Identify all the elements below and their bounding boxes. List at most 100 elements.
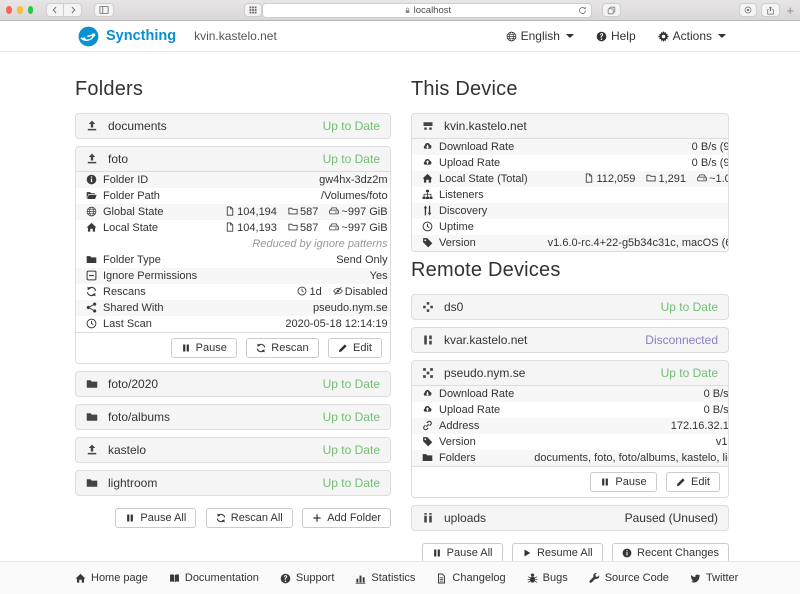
table-row: Download Rate 0 B/s (640 B) — [412, 386, 729, 402]
folder-row-foto-2020[interactable]: foto/2020 Up to Date — [75, 371, 391, 397]
tag-icon — [422, 237, 433, 248]
pause-all-button[interactable]: Pause All — [115, 508, 196, 528]
edit-button[interactable]: Edit — [666, 472, 720, 492]
rescan-interval: 1d — [309, 286, 321, 298]
browser-back-button[interactable] — [46, 3, 64, 17]
folder-outline-icon — [288, 206, 298, 216]
folder-name: documents — [108, 119, 167, 133]
button-label: Pause — [615, 476, 646, 488]
folder-row-kastelo[interactable]: kastelo Up to Date — [75, 437, 391, 463]
book-icon — [169, 573, 180, 584]
table-row: Folder Type Send Only — [76, 252, 391, 268]
link-label: Bugs — [543, 572, 568, 584]
share-button[interactable] — [761, 3, 780, 17]
footer-link-twitter[interactable]: Twitter — [690, 572, 738, 584]
row-label: Uptime — [439, 221, 474, 233]
folder-name: kastelo — [108, 443, 146, 457]
question-icon — [596, 31, 607, 42]
button-label: Rescan — [271, 342, 308, 354]
footer-link-source-code[interactable]: Source Code — [589, 572, 669, 584]
folder-row-foto[interactable]: foto Up to Date — [76, 147, 390, 172]
status-badge: Up to Date — [323, 152, 380, 166]
device-row-kvar[interactable]: kvar.kastelo.net Disconnected — [411, 327, 729, 353]
help-menu[interactable]: Help — [596, 29, 636, 43]
tab-overview-button[interactable] — [244, 3, 262, 17]
table-row: Rescans 1d Disabled — [76, 284, 391, 300]
recent-changes-button[interactable]: Recent Changes — [612, 543, 729, 563]
footer-link-support[interactable]: Support — [280, 572, 335, 584]
language-menu[interactable]: English — [506, 29, 574, 43]
zoom-window-button[interactable] — [28, 6, 34, 14]
syncthing-logo-icon — [78, 26, 99, 47]
pause-button[interactable]: Pause — [590, 472, 656, 492]
device-panel-footer: Pause Edit — [412, 466, 728, 497]
address-bar[interactable]: localhost — [262, 3, 592, 18]
refresh-icon — [86, 286, 97, 297]
pause-button[interactable]: Pause — [171, 338, 237, 358]
table-row: Shared With pseudo.nym.se — [76, 300, 391, 316]
footer-link-home[interactable]: Home page — [75, 572, 148, 584]
folder-row-documents[interactable]: documents Up to Date — [75, 113, 391, 139]
devices-column: This Device kvin.kastelo.net Download Ra… — [411, 78, 729, 583]
syncthing-app: localhost + Syncthing kvin.kastelo.net E… — [0, 0, 800, 594]
link-label: Support — [296, 572, 335, 584]
device-name: ds0 — [444, 300, 463, 314]
edit-button[interactable]: Edit — [328, 338, 382, 358]
button-label: Pause All — [140, 512, 186, 524]
table-row: Uptime <1m — [412, 219, 729, 235]
folder-row-foto-albums[interactable]: foto/albums Up to Date — [75, 404, 391, 430]
brand-name: Syncthing — [106, 28, 176, 44]
file-icon — [225, 206, 235, 216]
row-value: 172.16.32.11:22000 — [671, 420, 729, 432]
globe-icon — [86, 206, 97, 217]
device-row-pseudo[interactable]: pseudo.nym.se Up to Date — [412, 361, 728, 386]
actions-menu[interactable]: Actions — [658, 29, 726, 43]
folders-actions: Pause All Rescan All Add Folder — [75, 508, 391, 528]
pencil-icon — [676, 477, 686, 487]
minimize-window-button[interactable] — [17, 6, 23, 14]
row-label: Folder ID — [103, 174, 148, 186]
rescan-all-button[interactable]: Rescan All — [206, 508, 293, 528]
device-identicon-icon — [422, 120, 434, 132]
this-device-title: This Device — [411, 78, 729, 101]
row-value: 2020-05-18 12:14:19 — [285, 318, 387, 330]
link-icon — [422, 420, 433, 431]
footer-link-bugs[interactable]: Bugs — [527, 572, 568, 584]
browser-forward-button[interactable] — [64, 3, 82, 17]
row-label: Local State (Total) — [439, 173, 528, 185]
footer-link-documentation[interactable]: Documentation — [169, 572, 259, 584]
device-row-kvin[interactable]: kvin.kastelo.net — [412, 114, 728, 139]
file-text-icon — [436, 573, 447, 584]
upload-icon — [86, 444, 98, 456]
button-label: Resume All — [537, 547, 593, 559]
row-value: v1.6.0-rc.4 — [716, 436, 729, 448]
row-label: Download Rate — [439, 141, 514, 153]
device-row-ds0[interactable]: ds0 Up to Date — [411, 294, 729, 320]
folder-row-lightroom[interactable]: lightroom Up to Date — [75, 470, 391, 496]
new-tab-button[interactable]: + — [786, 4, 794, 17]
globe-icon — [506, 31, 517, 42]
row-label: Version — [439, 237, 476, 249]
table-row: Ignore Permissions Yes — [76, 268, 391, 284]
add-folder-button[interactable]: Add Folder — [302, 508, 391, 528]
privacy-report-button[interactable] — [739, 3, 757, 17]
button-label: Add Folder — [327, 512, 381, 524]
reload-icon[interactable] — [578, 6, 587, 15]
row-label: Rescans — [103, 286, 146, 298]
info-icon — [622, 548, 632, 558]
sidebar-toggle-button[interactable] — [94, 3, 114, 17]
this-device-panel: kvin.kastelo.net Download Rate 0 B/s (92… — [411, 113, 729, 252]
pause-icon — [125, 513, 135, 523]
close-window-button[interactable] — [6, 6, 12, 14]
pause-all-button[interactable]: Pause All — [422, 543, 503, 563]
tabs-button[interactable] — [602, 3, 621, 17]
file-count: 104,193 — [237, 222, 277, 234]
resume-all-button[interactable]: Resume All — [512, 543, 603, 563]
device-row-uploads[interactable]: uploads Paused (Unused) — [411, 505, 729, 531]
footer-link-changelog[interactable]: Changelog — [436, 572, 505, 584]
rescan-button[interactable]: Rescan — [246, 338, 318, 358]
pause-icon — [181, 343, 191, 353]
status-badge: Up to Date — [323, 119, 380, 133]
footer-link-statistics[interactable]: Statistics — [355, 572, 415, 584]
watch-state: Disabled — [345, 286, 388, 298]
